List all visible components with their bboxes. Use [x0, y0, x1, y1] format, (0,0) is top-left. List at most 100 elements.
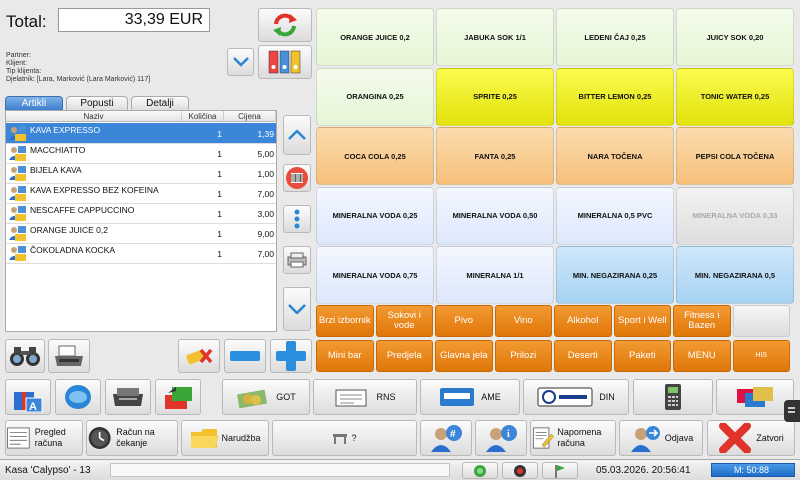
- decrease-button[interactable]: [224, 339, 266, 373]
- items-table[interactable]: Naziv Količina Cijena KAVA EXPRESSO 1 1,39…: [5, 110, 277, 332]
- column-kolicina[interactable]: Količina: [182, 111, 224, 122]
- cards-payment-button[interactable]: [716, 379, 794, 415]
- item-name: ORANGE JUICE 0,2: [30, 225, 108, 235]
- transfer-button[interactable]: [155, 379, 201, 415]
- table-row[interactable]: KAVA EXPRESSO 1 1,39: [6, 123, 276, 144]
- product-button[interactable]: MIN. NEGAZIRANA 0,5: [676, 246, 794, 304]
- category-button[interactable]: Mini bar: [316, 340, 374, 372]
- product-button[interactable]: MINERALNA VODA 0,25: [316, 186, 434, 245]
- cash-drawer-button[interactable]: [105, 379, 151, 415]
- increase-button[interactable]: [270, 339, 312, 373]
- category-button[interactable]: Deserti: [554, 340, 612, 372]
- product-button[interactable]: TONIC WATER 0,25: [676, 67, 794, 126]
- table-row[interactable]: ČOKOLADNA KOCKA 1 7,00: [6, 243, 276, 264]
- product-button[interactable]: MINERALNA 1/1: [436, 246, 554, 304]
- product-button[interactable]: FANTA 0,25: [436, 127, 554, 185]
- side-panel-handle[interactable]: [784, 400, 800, 422]
- printer-receipt-button[interactable]: [48, 339, 90, 373]
- gift-button[interactable]: A: [5, 379, 51, 415]
- category-button[interactable]: Alkohol: [554, 305, 612, 337]
- item-name: BIJELA KAVA: [30, 165, 82, 175]
- category-button[interactable]: Sport i Well: [613, 305, 671, 337]
- binders-button[interactable]: [258, 45, 312, 79]
- search-button[interactable]: [5, 339, 45, 373]
- category-button[interactable]: Glavna jela: [435, 340, 493, 372]
- category-button[interactable]: HIS: [732, 340, 790, 372]
- product-button[interactable]: MINERALNA 0,5 PVC: [556, 186, 674, 245]
- pay-cash-button[interactable]: GOT: [222, 379, 310, 415]
- clock-icon: [88, 427, 111, 449]
- print-button[interactable]: [283, 246, 311, 274]
- column-cijena[interactable]: Cijena: [224, 111, 276, 122]
- table-row[interactable]: MACCHIATTO 1 5,00: [6, 143, 276, 164]
- category-button[interactable]: [732, 305, 790, 337]
- product-button[interactable]: PEPSI COLA TOČENA: [676, 127, 794, 185]
- pay-diners-button[interactable]: DIN: [523, 379, 629, 415]
- product-button[interactable]: BITTER LEMON 0,25: [556, 67, 674, 126]
- product-button[interactable]: ORANGE JUICE 0,2: [316, 8, 434, 66]
- card-terminal-button[interactable]: [633, 379, 713, 415]
- product-button[interactable]: NARA TOČENA: [556, 127, 674, 185]
- tab-detalji[interactable]: Detalji: [131, 96, 189, 110]
- product-button[interactable]: MINERALNA VODA 0,75: [316, 246, 434, 304]
- chevron-up-icon: [288, 130, 306, 140]
- product-button[interactable]: LEDENI ČAJ 0,25: [556, 8, 674, 66]
- table-row[interactable]: KAVA EXPRESSO BEZ KOFEINA 1 7,00: [6, 183, 276, 204]
- scroll-down-button[interactable]: [283, 287, 311, 331]
- invoice-icon: [335, 389, 367, 407]
- product-button[interactable]: SPRITE 0,25: [436, 67, 554, 126]
- racun-na-cekanje-button[interactable]: Račun na čekanje: [86, 420, 178, 456]
- category-button[interactable]: Prilozi: [494, 340, 552, 372]
- table-row[interactable]: NESCAFFE CAPPUCCINO 1 3,00: [6, 203, 276, 224]
- product-button[interactable]: JABUKA SOK 1/1: [436, 8, 554, 66]
- pay-rns-button[interactable]: RNS: [313, 379, 417, 415]
- item-quantity: 1: [217, 229, 222, 239]
- category-button[interactable]: Fitness i Bazen: [673, 305, 731, 337]
- network-icon: [474, 464, 486, 477]
- category-button[interactable]: Predjela: [375, 340, 433, 372]
- item-price: 1,00: [257, 169, 274, 179]
- category-button[interactable]: Paketi: [613, 340, 671, 372]
- product-button[interactable]: JUICY SOK 0,20: [676, 8, 794, 66]
- binoculars-icon: [10, 347, 40, 366]
- refresh-button[interactable]: [258, 8, 312, 42]
- flag-status-icon[interactable]: [542, 462, 578, 479]
- network-status-icon[interactable]: [462, 462, 498, 479]
- napomena-racuna-button[interactable]: Napomena računa: [530, 420, 616, 456]
- receipt-icon: [7, 427, 30, 449]
- register-name: Kasa 'Calypso' - 13: [5, 465, 91, 476]
- category-button[interactable]: Brzi izbornik: [316, 305, 374, 337]
- category-button[interactable]: Sokovi i vode: [375, 305, 433, 337]
- scroll-up-button[interactable]: [283, 115, 311, 155]
- category-button[interactable]: MENU: [673, 340, 731, 372]
- narudzba-button[interactable]: Narudžba: [181, 420, 269, 456]
- tab-artikli[interactable]: Artikli: [5, 96, 63, 110]
- product-button[interactable]: MINERALNA VODA 0,50: [436, 186, 554, 245]
- table-row[interactable]: ORANGE JUICE 0,2 1 9,00: [6, 223, 276, 244]
- pregled-racuna-button[interactable]: Pregled računa: [5, 420, 83, 456]
- user-info-button[interactable]: i: [475, 420, 527, 456]
- product-button[interactable]: COCA COLA 0,25: [316, 127, 434, 185]
- printer-status-icon[interactable]: [502, 462, 538, 479]
- pay-amex-button[interactable]: AME: [420, 379, 520, 415]
- table-row[interactable]: BIJELA KAVA 1 1,00: [6, 163, 276, 184]
- expand-client-button[interactable]: [227, 48, 254, 76]
- minus-icon: [230, 351, 260, 361]
- category-button[interactable]: Pivo: [435, 305, 493, 337]
- globe-button[interactable]: [55, 379, 101, 415]
- product-button[interactable]: ORANGINA 0,25: [316, 67, 434, 126]
- table-question-button[interactable]: ?: [272, 420, 417, 456]
- product-button[interactable]: MIN. NEGAZIRANA 0,25: [556, 246, 674, 304]
- klijent-label: Klijent:: [6, 60, 28, 67]
- delete-item-button[interactable]: [178, 339, 220, 373]
- tab-popusti[interactable]: Popusti: [66, 96, 128, 110]
- more-options-button[interactable]: [283, 205, 311, 233]
- user-hash-button[interactable]: #: [420, 420, 472, 456]
- product-button[interactable]: MINERALNA VODA 0,33: [676, 186, 794, 245]
- zatvori-button[interactable]: Zatvori: [707, 420, 795, 456]
- barcode-button[interactable]: [283, 164, 311, 192]
- racun-na-cekanje-label: Račun na čekanje: [116, 427, 155, 448]
- column-naziv[interactable]: Naziv: [6, 111, 182, 122]
- odjava-button[interactable]: Odjava: [619, 420, 703, 456]
- category-button[interactable]: Vino: [494, 305, 552, 337]
